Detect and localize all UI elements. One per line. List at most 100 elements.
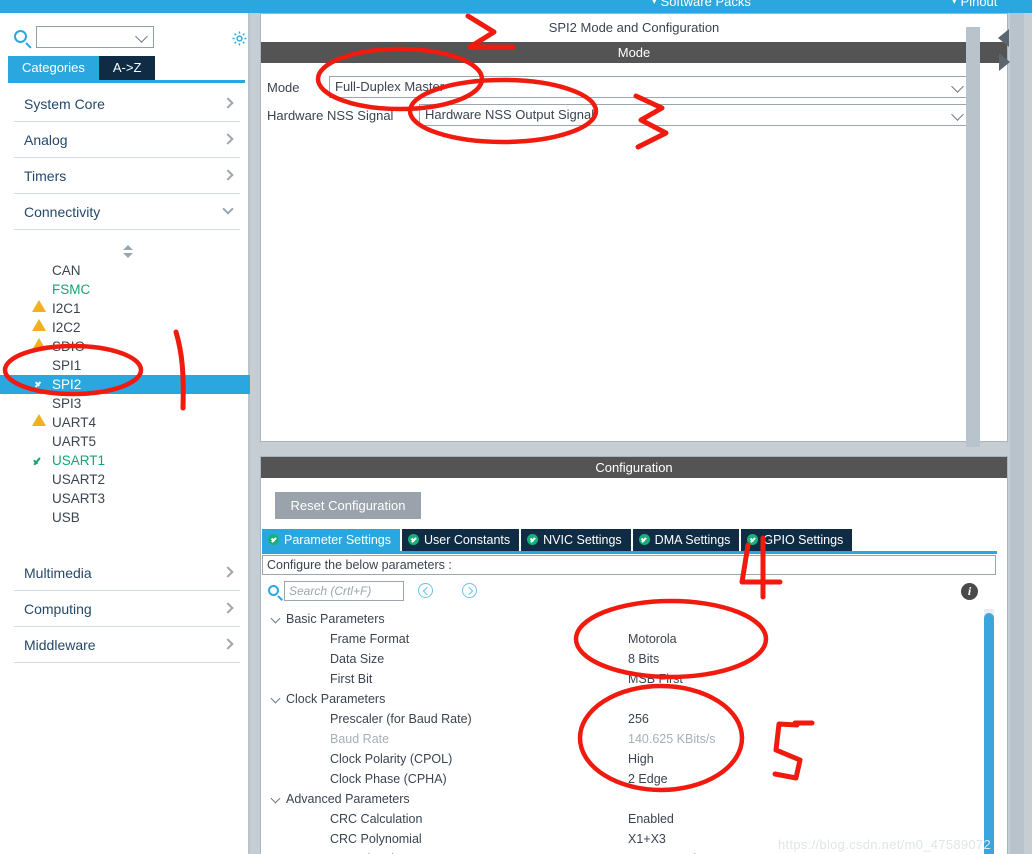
mode-row-hardware-nss: Hardware NSS Signal Hardware NSS Output … <box>261 104 1007 132</box>
category-connectivity[interactable]: Connectivity <box>14 194 240 230</box>
hardware-nss-value: Hardware NSS Output Signal <box>425 107 595 122</box>
peripheral-label: FSMC <box>52 282 91 297</box>
tab-user-constants[interactable]: User Constants <box>402 529 520 551</box>
category-analog[interactable]: Analog <box>14 122 240 158</box>
reset-configuration-button[interactable]: Reset Configuration <box>275 492 421 519</box>
menu-label: Software Packs <box>660 0 751 9</box>
param-value: High <box>628 752 654 766</box>
chevron-right-circle-icon[interactable] <box>462 583 477 598</box>
panel-nav-arrows[interactable] <box>996 29 1012 73</box>
chevron-down-icon: ▾ <box>652 0 657 6</box>
chevron-right-icon <box>222 602 234 614</box>
peripheral-usart1[interactable]: USART1 <box>0 451 250 470</box>
peripheral-i2c1[interactable]: I2C1 <box>0 299 250 331</box>
mode-row-mode: Mode Full-Duplex Master <box>261 76 1007 104</box>
parameter-list-scrollbar[interactable] <box>984 609 994 854</box>
peripheral-label: I2C1 <box>52 301 81 316</box>
main-vertical-scrollbar[interactable] <box>1010 13 1024 854</box>
param-value: Output Hardware <box>628 849 723 854</box>
app-window: ▾ Software Packs ▾ Pinout Categories A->… <box>0 0 1032 854</box>
param-value: 8 Bits <box>628 652 660 666</box>
peripheral-label: SPI2 <box>52 377 82 392</box>
check-circle-icon <box>32 378 46 392</box>
gear-icon[interactable] <box>231 30 248 47</box>
search-icon <box>268 585 279 596</box>
peripheral-sdio[interactable]: SDIO <box>0 337 250 356</box>
menu-item-pinout[interactable]: ▾ Pinout <box>952 0 997 9</box>
check-circle-icon <box>638 534 650 545</box>
tab-nvic-settings[interactable]: NVIC Settings <box>521 529 631 551</box>
param-group-clock-parameters[interactable]: Clock Parameters <box>262 689 983 709</box>
peripheral-label: SPI1 <box>52 358 82 373</box>
sidebar-search-row <box>0 18 250 48</box>
peripheral-usart2[interactable]: USART2 <box>0 470 250 489</box>
tab-gpio-settings[interactable]: GPIO Settings <box>741 529 853 551</box>
mode-value: Full-Duplex Master <box>335 79 445 94</box>
info-icon[interactable]: i <box>961 583 978 600</box>
peripheral-can[interactable]: CAN <box>0 261 250 280</box>
peripheral-spi2[interactable]: SPI2 <box>0 375 250 394</box>
group-label: Basic Parameters <box>286 612 385 626</box>
peripheral-fsmc[interactable]: FSMC <box>0 280 250 312</box>
tab-label: NVIC Settings <box>543 533 622 547</box>
group-label: Clock Parameters <box>286 692 386 706</box>
peripheral-i2c2[interactable]: I2C2 <box>0 318 250 350</box>
configuration-tab-underline <box>262 551 997 554</box>
list-scroll-handle[interactable] <box>118 245 140 259</box>
category-timers[interactable]: Timers <box>14 158 240 194</box>
param-group-advanced-parameters[interactable]: Advanced Parameters <box>262 789 983 809</box>
tab-dma-settings[interactable]: DMA Settings <box>632 529 740 551</box>
menu-label: Pinout <box>960 0 998 9</box>
category-system-core[interactable]: System Core <box>14 86 240 122</box>
tab-label: DMA Settings <box>654 533 731 547</box>
arrow-left-icon[interactable] <box>998 29 1009 47</box>
main-content: SPI2 Mode and Configuration Mode Mode Fu… <box>252 13 1032 854</box>
param-row-prescaler[interactable]: Prescaler (for Baud Rate) 256 <box>262 709 983 729</box>
category-computing[interactable]: Computing <box>14 591 240 627</box>
param-name: NSS Signal Type <box>330 849 424 854</box>
peripheral-list: CAN FSMC I2C1 I2C2 SDIO SPI1 SPI2 SPI3 U… <box>0 261 250 527</box>
peripheral-uart5[interactable]: UART5 <box>0 432 250 451</box>
tab-categories[interactable]: Categories <box>8 56 99 80</box>
arrow-right-icon[interactable] <box>999 53 1010 71</box>
menu-item-software-packs[interactable]: ▾ Software Packs <box>652 0 751 9</box>
peripheral-uart4[interactable]: UART4 <box>0 413 250 432</box>
configuration-tabs: Parameter Settings User Constants NVIC S… <box>262 529 854 551</box>
param-row-crc-calculation[interactable]: CRC Calculation Enabled <box>262 809 983 829</box>
param-row-clock-phase[interactable]: Clock Phase (CPHA) 2 Edge <box>262 769 983 789</box>
mode-dropdown[interactable]: Full-Duplex Master <box>329 76 971 98</box>
param-name: Data Size <box>330 652 385 666</box>
scrollbar-thumb[interactable] <box>984 613 994 854</box>
sidebar-search-combo[interactable] <box>36 26 154 48</box>
category-middleware[interactable]: Middleware <box>14 627 240 663</box>
peripheral-spi1[interactable]: SPI1 <box>0 356 250 375</box>
mode-label: Mode <box>267 80 300 95</box>
peripheral-spi3[interactable]: SPI3 <box>0 394 250 426</box>
hardware-nss-dropdown[interactable]: Hardware NSS Output Signal <box>419 104 971 126</box>
param-value: Enabled <box>628 812 674 826</box>
parameter-search-row: Search (Crtl+F) <box>262 581 996 605</box>
group-label: Advanced Parameters <box>286 792 410 806</box>
mode-panel-scrollbar[interactable] <box>966 27 980 447</box>
param-row-data-size[interactable]: Data Size 8 Bits <box>262 649 983 669</box>
param-name: Clock Phase (CPHA) <box>330 772 447 786</box>
parameter-search-input[interactable]: Search (Crtl+F) <box>284 581 404 601</box>
param-row-frame-format[interactable]: Frame Format Motorola <box>262 629 983 649</box>
peripheral-label: SPI3 <box>52 396 82 411</box>
param-row-first-bit[interactable]: First Bit MSB First <box>262 669 983 689</box>
param-name: Baud Rate <box>330 732 390 746</box>
category-label: Computing <box>24 601 92 617</box>
param-value: X1+X3 <box>628 832 666 846</box>
peripheral-usb[interactable]: USB <box>0 508 250 527</box>
param-name: CRC Polynomial <box>330 832 422 846</box>
configuration-section-header: Configuration <box>261 457 1007 478</box>
peripheral-usart3[interactable]: USART3 <box>0 489 250 508</box>
tab-a-to-z[interactable]: A->Z <box>98 56 156 80</box>
param-row-clock-polarity[interactable]: Clock Polarity (CPOL) High <box>262 749 983 769</box>
tab-parameter-settings[interactable]: Parameter Settings <box>262 529 400 551</box>
param-group-basic-parameters[interactable]: Basic Parameters <box>262 609 983 629</box>
category-label: Middleware <box>24 637 96 653</box>
category-multimedia[interactable]: Multimedia <box>14 555 240 591</box>
param-name: First Bit <box>330 672 373 686</box>
chevron-left-circle-icon[interactable] <box>418 583 433 598</box>
